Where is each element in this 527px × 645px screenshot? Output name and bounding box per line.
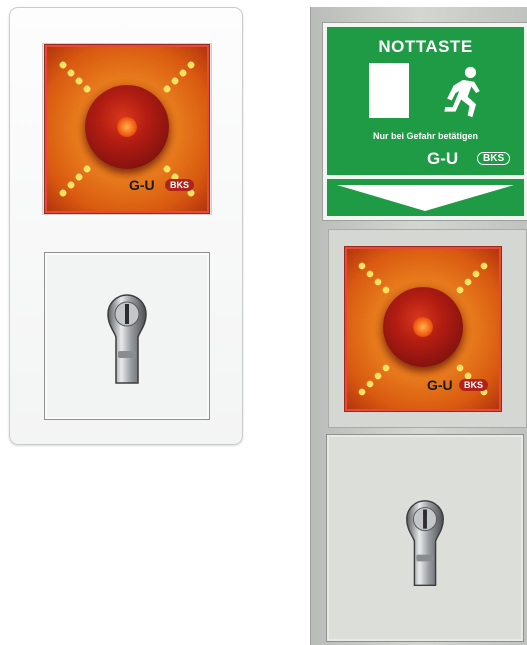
- arrow-down-icon: [337, 185, 514, 211]
- door-icon: [369, 63, 409, 118]
- emergency-exit-sign: NOTTASTE Nur bei Gefahr betätigen G-U BK…: [322, 22, 527, 221]
- right-emergency-button[interactable]: G-U BKS: [345, 247, 501, 411]
- brand-bks: BKS: [459, 379, 489, 391]
- sign-title: NOTTASTE: [378, 37, 473, 56]
- brand-gu: G-U: [129, 177, 155, 193]
- sign-arrow-band: [327, 179, 524, 216]
- sign-brand-gu: G-U: [427, 149, 459, 168]
- sign-subtitle: Nur bei Gefahr betätigen: [372, 131, 479, 141]
- key-cylinder-icon[interactable]: [102, 291, 152, 391]
- left-key-switch-module: [44, 252, 210, 420]
- right-key-switch-module: [326, 434, 524, 642]
- emergency-stop-button-icon[interactable]: [383, 287, 463, 367]
- brand-gu: G-U: [427, 377, 453, 393]
- sign-green-panel: NOTTASTE Nur bei Gefahr betätigen G-U BK…: [327, 27, 524, 175]
- brand-bks: BKS: [165, 179, 195, 191]
- emergency-switch-photo: G-U BKS NOTTASTE Nur bei Gefahr betätige…: [0, 0, 527, 645]
- left-emergency-button[interactable]: G-U BKS: [45, 45, 209, 213]
- emergency-stop-button-icon[interactable]: [85, 85, 169, 169]
- emergency-exit-runner-icon: [444, 66, 480, 118]
- key-cylinder-icon[interactable]: [401, 497, 449, 593]
- sign-brand-bks: BKS: [477, 152, 511, 165]
